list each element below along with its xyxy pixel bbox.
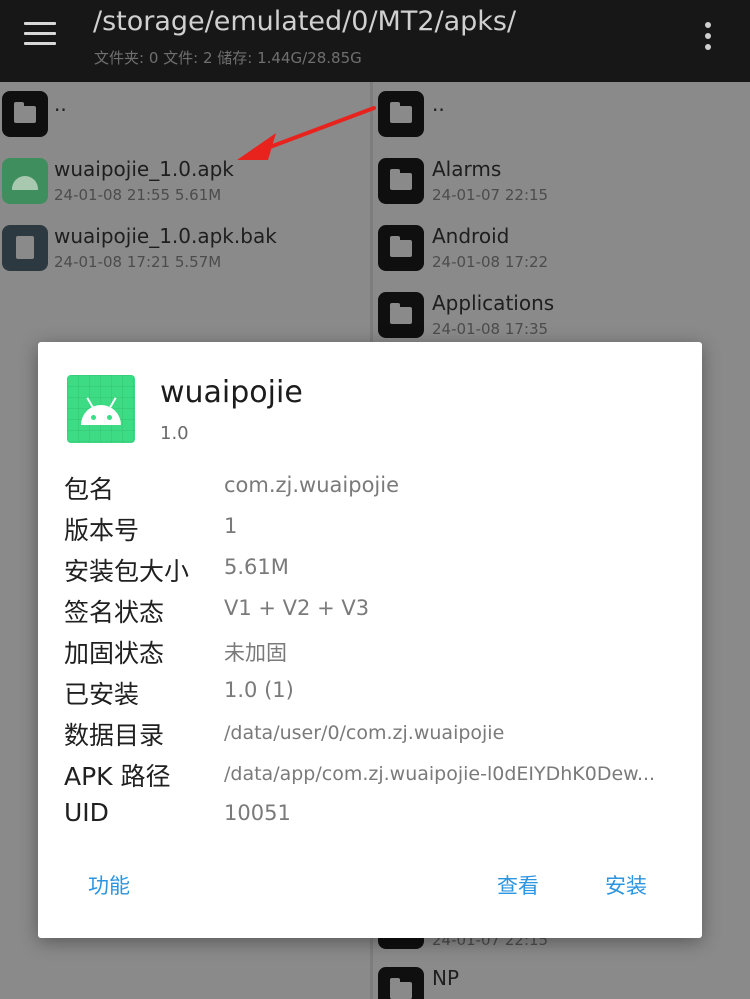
app-toolbar: /storage/emulated/0/MT2/apks/ 文件夹: 0 文件:… xyxy=(0,0,750,82)
folder-icon xyxy=(378,967,424,999)
file-meta: 24-01-08 21:55 5.61M xyxy=(54,186,222,204)
list-item-parent-dir[interactable]: .. xyxy=(373,82,750,149)
folder-icon xyxy=(378,158,424,204)
folder-name: Alarms xyxy=(432,157,502,181)
folder-meta: 24-01-08 17:22 xyxy=(432,253,549,271)
info-label: 包名 xyxy=(64,475,115,504)
info-value: V1 + V2 + V3 xyxy=(224,596,370,620)
info-label: 版本号 xyxy=(64,516,140,545)
info-label: APK 路径 xyxy=(64,762,171,791)
info-value: 未加固 xyxy=(224,641,287,665)
info-row-uid: UID 10051 xyxy=(64,798,684,839)
folder-name: NP xyxy=(432,966,460,990)
apk-info-dialog: wuaipojie 1.0 包名 com.zj.wuaipojie 版本号 1 … xyxy=(38,342,702,938)
info-value: /data/user/0/com.zj.wuaipojie xyxy=(224,722,505,744)
folder-name: Android xyxy=(432,224,510,248)
info-label: 签名状态 xyxy=(64,598,165,627)
folder-name: .. xyxy=(432,92,445,116)
info-label: 加固状态 xyxy=(64,639,165,668)
info-value: 5.61M xyxy=(224,555,289,579)
folder-meta: 24-01-08 17:35 xyxy=(432,320,549,338)
list-item-folder[interactable]: NP xyxy=(373,958,750,999)
current-path: /storage/emulated/0/MT2/apks/ xyxy=(93,6,517,37)
app-version: 1.0 xyxy=(160,423,189,444)
info-row-protection: 加固状态 未加固 xyxy=(64,634,684,675)
android-app-icon xyxy=(67,375,135,443)
more-options-icon[interactable] xyxy=(703,22,713,50)
file-name: wuaipojie_1.0.apk.bak xyxy=(54,224,277,248)
info-value: 1.0 (1) xyxy=(224,678,294,702)
list-item-folder[interactable]: Applications 24-01-08 17:35 xyxy=(373,283,750,350)
info-value: /data/app/com.zj.wuaipojie-l0dEIYDhK0Dew… xyxy=(224,763,656,785)
folder-meta: 24-01-07 22:15 xyxy=(432,186,549,204)
info-row-package: 包名 com.zj.wuaipojie xyxy=(64,470,684,511)
view-button[interactable]: 查看 xyxy=(497,870,539,900)
folder-name: Applications xyxy=(432,291,555,315)
list-item-apk[interactable]: wuaipojie_1.0.apk 24-01-08 21:55 5.61M xyxy=(0,149,370,216)
info-value: com.zj.wuaipojie xyxy=(224,473,400,497)
info-row-version-code: 版本号 1 xyxy=(64,511,684,552)
list-item-parent-dir[interactable]: .. xyxy=(0,82,370,149)
functions-button[interactable]: 功能 xyxy=(88,870,130,900)
android-apk-icon xyxy=(2,158,48,204)
folder-icon xyxy=(378,292,424,338)
info-label: 安装包大小 xyxy=(64,557,190,586)
folder-icon xyxy=(2,91,48,137)
install-button[interactable]: 安装 xyxy=(605,870,647,900)
info-value: 1 xyxy=(224,514,238,538)
file-icon xyxy=(2,225,48,271)
menu-icon[interactable] xyxy=(24,22,56,46)
info-value: 10051 xyxy=(224,801,291,825)
info-label: UID xyxy=(64,798,109,827)
list-item-folder[interactable]: Alarms 24-01-07 22:15 xyxy=(373,149,750,216)
info-row-data-dir: 数据目录 /data/user/0/com.zj.wuaipojie xyxy=(64,716,684,757)
storage-summary: 文件夹: 0 文件: 2 储存: 1.44G/28.85G xyxy=(94,49,362,67)
info-row-installed: 已安装 1.0 (1) xyxy=(64,675,684,716)
info-label: 已安装 xyxy=(64,680,140,709)
info-row-signature: 签名状态 V1 + V2 + V3 xyxy=(64,593,684,634)
folder-icon xyxy=(378,225,424,271)
list-item-bak[interactable]: wuaipojie_1.0.apk.bak 24-01-08 17:21 5.5… xyxy=(0,216,370,283)
file-name: wuaipojie_1.0.apk xyxy=(54,157,234,181)
info-row-size: 安装包大小 5.61M xyxy=(64,552,684,593)
app-name: wuaipojie xyxy=(160,375,303,410)
list-item-folder[interactable]: Android 24-01-08 17:22 xyxy=(373,216,750,283)
folder-icon xyxy=(378,91,424,137)
file-meta: 24-01-08 17:21 5.57M xyxy=(54,253,222,271)
info-row-apk-path: APK 路径 /data/app/com.zj.wuaipojie-l0dEIY… xyxy=(64,757,684,798)
info-label: 数据目录 xyxy=(64,721,165,750)
file-name: .. xyxy=(54,92,67,116)
